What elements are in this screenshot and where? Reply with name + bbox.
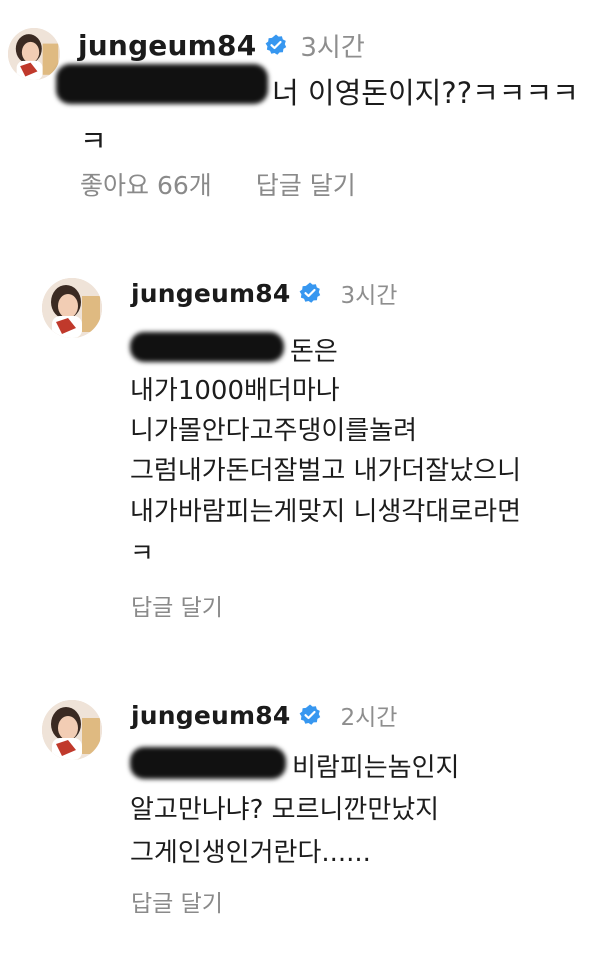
redacted-text: [130, 747, 286, 779]
comment-text-line-1: 돈은: [290, 337, 338, 367]
comment-text-line-5: 내가바람피는게맞지 니생각대로라면: [130, 497, 521, 527]
comment-text-line-1: 비람피는놈인지: [292, 753, 460, 783]
redacted-text: [130, 332, 284, 362]
avatar-image: [42, 700, 102, 760]
username[interactable]: jungeum84: [78, 29, 256, 62]
username[interactable]: jungeum84: [131, 701, 290, 730]
reply-button[interactable]: 답글 달기: [131, 588, 223, 622]
comment-text-line-6: ㅋ: [130, 539, 154, 569]
avatar[interactable]: [8, 28, 60, 80]
avatar-image: [42, 278, 102, 338]
avatar[interactable]: [42, 700, 102, 760]
verified-badge-icon: [264, 33, 288, 57]
comment-text-line-2: 내가1000배더마나: [130, 376, 340, 406]
likes-count[interactable]: 좋아요 66개: [80, 166, 212, 202]
verified-badge-icon: [298, 703, 322, 727]
comment-text-line-3: 니가몰안다고주댕이를놀려: [130, 416, 418, 446]
avatar[interactable]: [42, 278, 102, 338]
avatar-image: [8, 28, 60, 80]
verified-badge-icon: [298, 281, 322, 305]
redacted-text: [56, 64, 268, 104]
reply-button[interactable]: 답글 달기: [256, 166, 356, 202]
comment-text-line-1: 너 이영돈이지??ㅋㅋㅋㅋ: [272, 76, 579, 110]
comment-text-line-2: ㅋ: [80, 124, 107, 158]
timestamp: 2시간: [340, 705, 398, 731]
comment-text-line-3: 그게인생인거란다......: [130, 838, 371, 868]
reply-button[interactable]: 답글 달기: [131, 884, 223, 918]
timestamp: 3시간: [340, 283, 398, 309]
comment-text-line-4: 그럼내가돈더잘벌고 내가더잘났으니: [130, 456, 521, 486]
timestamp: 3시간: [300, 32, 365, 63]
comment-text-line-2: 알고만나냐? 모르니깐만났지: [130, 795, 440, 825]
username[interactable]: jungeum84: [131, 279, 290, 308]
